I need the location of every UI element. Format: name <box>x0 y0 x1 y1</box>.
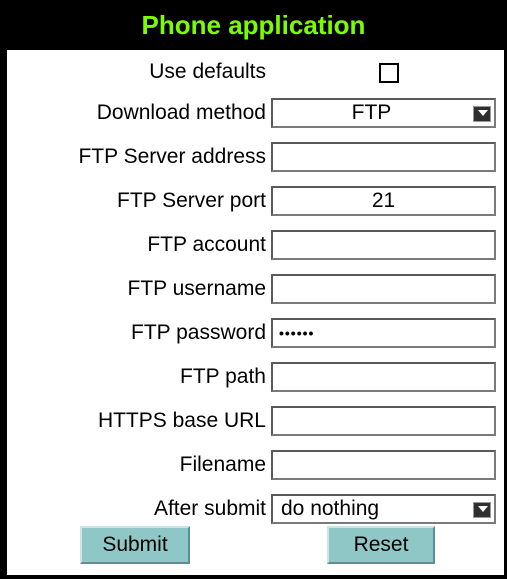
ftp-account-input[interactable] <box>271 230 496 260</box>
filename-label: Filename <box>179 453 266 476</box>
ftp-username-label: FTP username <box>127 277 267 300</box>
ftp-path-input[interactable] <box>271 362 496 392</box>
ftp-path-label: FTP path <box>180 365 266 388</box>
download-method-value: FTP <box>351 101 392 124</box>
row-https-base-url: HTTPS base URL <box>7 402 504 440</box>
row-ftp-server-port: FTP Server port 21 <box>7 182 504 220</box>
row-after-submit: After submit do nothing <box>7 490 504 528</box>
ftp-account-label: FTP account <box>147 233 266 256</box>
https-base-url-input[interactable] <box>271 406 496 436</box>
row-ftp-server-address: FTP Server address <box>7 138 504 176</box>
chevron-down-icon[interactable] <box>473 106 491 122</box>
ftp-password-input[interactable]: •••••• <box>271 318 496 348</box>
ftp-server-port-input[interactable]: 21 <box>271 186 496 216</box>
reset-button[interactable]: Reset <box>327 526 435 564</box>
row-filename: Filename <box>7 446 504 484</box>
after-submit-value: do nothing <box>281 497 380 520</box>
row-ftp-path: FTP path <box>7 358 504 396</box>
app-frame: Phone application Use defaults Download … <box>0 0 507 579</box>
row-ftp-username: FTP username <box>7 270 504 308</box>
settings-panel: Use defaults Download method FTP FTP Ser… <box>7 50 504 575</box>
ftp-server-address-label: FTP Server address <box>78 145 266 168</box>
row-use-defaults: Use defaults <box>7 53 504 91</box>
chevron-down-icon[interactable] <box>473 502 491 518</box>
after-submit-select[interactable]: do nothing <box>271 494 496 524</box>
filename-input[interactable] <box>271 450 496 480</box>
use-defaults-checkbox[interactable] <box>379 63 399 83</box>
submit-button[interactable]: Submit <box>80 526 190 564</box>
ftp-password-label: FTP password <box>131 321 266 344</box>
ftp-username-input[interactable] <box>271 274 496 304</box>
https-base-url-label: HTTPS base URL <box>97 409 266 432</box>
download-method-select[interactable]: FTP <box>271 98 496 128</box>
ftp-server-address-input[interactable] <box>271 142 496 172</box>
ftp-server-port-label: FTP Server port <box>117 189 266 212</box>
row-ftp-password: FTP password •••••• <box>7 314 504 352</box>
row-ftp-account: FTP account <box>7 226 504 264</box>
row-download-method: Download method FTP <box>7 94 504 132</box>
use-defaults-label: Use defaults <box>149 60 266 83</box>
page-title: Phone application <box>141 10 366 40</box>
after-submit-label: After submit <box>153 497 266 520</box>
download-method-label: Download method <box>96 101 266 124</box>
